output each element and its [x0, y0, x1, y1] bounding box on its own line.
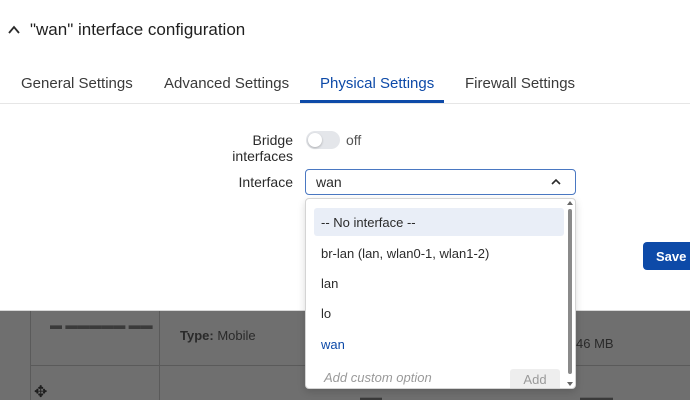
bridge-interfaces-state: off [346, 132, 362, 148]
active-tab-indicator [300, 100, 444, 103]
settings-tabs: General Settings Advanced Settings Physi… [0, 66, 690, 104]
tab-firewall-settings[interactable]: Firewall Settings [465, 75, 575, 92]
dropdown-option-lo[interactable]: lo [314, 299, 564, 327]
scroll-up-arrow[interactable] [567, 201, 573, 205]
chevron-up-icon[interactable] [8, 24, 20, 36]
dropdown-option-br-lan[interactable]: br-lan (lan, wlan0-1, wlan1-2) [314, 239, 564, 267]
scroll-down-arrow[interactable] [567, 382, 573, 386]
interface-select[interactable]: wan [305, 169, 576, 195]
dropdown-option-lan[interactable]: lan [314, 269, 564, 297]
background-row-fragment: ▬▬▬ [580, 392, 613, 400]
bridge-interfaces-toggle[interactable] [306, 131, 340, 149]
dropdown-option-no-interface[interactable]: -- No interface -- [314, 208, 564, 236]
move-icon: ✥ [34, 384, 48, 400]
background-type-cell: Type: Mobile [180, 328, 256, 343]
chevron-up-icon [551, 178, 561, 185]
dropdown-option-wan[interactable]: wan [314, 330, 564, 358]
add-custom-option-button[interactable]: Add [510, 369, 560, 388]
interface-select-value: wan [316, 174, 342, 190]
dropdown-scrollbar[interactable] [568, 209, 572, 374]
background-row-header: ▬ ▬▬▬▬▬ ▬▬ [50, 318, 153, 332]
background-row-fragment: ▬▬ [360, 392, 382, 400]
panel-header[interactable]: "wan" interface configuration [8, 20, 245, 40]
background-size-cell: 46 MB [576, 336, 614, 351]
tab-general-settings[interactable]: General Settings [21, 75, 133, 92]
bridge-interfaces-label: Bridge interfaces [232, 132, 293, 164]
save-button[interactable]: Save & [643, 242, 690, 270]
table-divider [159, 311, 160, 400]
type-label: Type: [180, 328, 214, 343]
custom-option-input[interactable]: Add custom option [324, 370, 432, 385]
toggle-knob [308, 133, 322, 147]
table-divider [30, 311, 31, 400]
interface-label: Interface [238, 174, 293, 190]
type-value: Mobile [217, 328, 256, 343]
tab-advanced-settings[interactable]: Advanced Settings [164, 75, 289, 92]
tab-physical-settings[interactable]: Physical Settings [320, 75, 434, 92]
page-title: "wan" interface configuration [30, 20, 246, 39]
interface-dropdown: -- No interface -- br-lan (lan, wlan0-1,… [305, 198, 576, 389]
